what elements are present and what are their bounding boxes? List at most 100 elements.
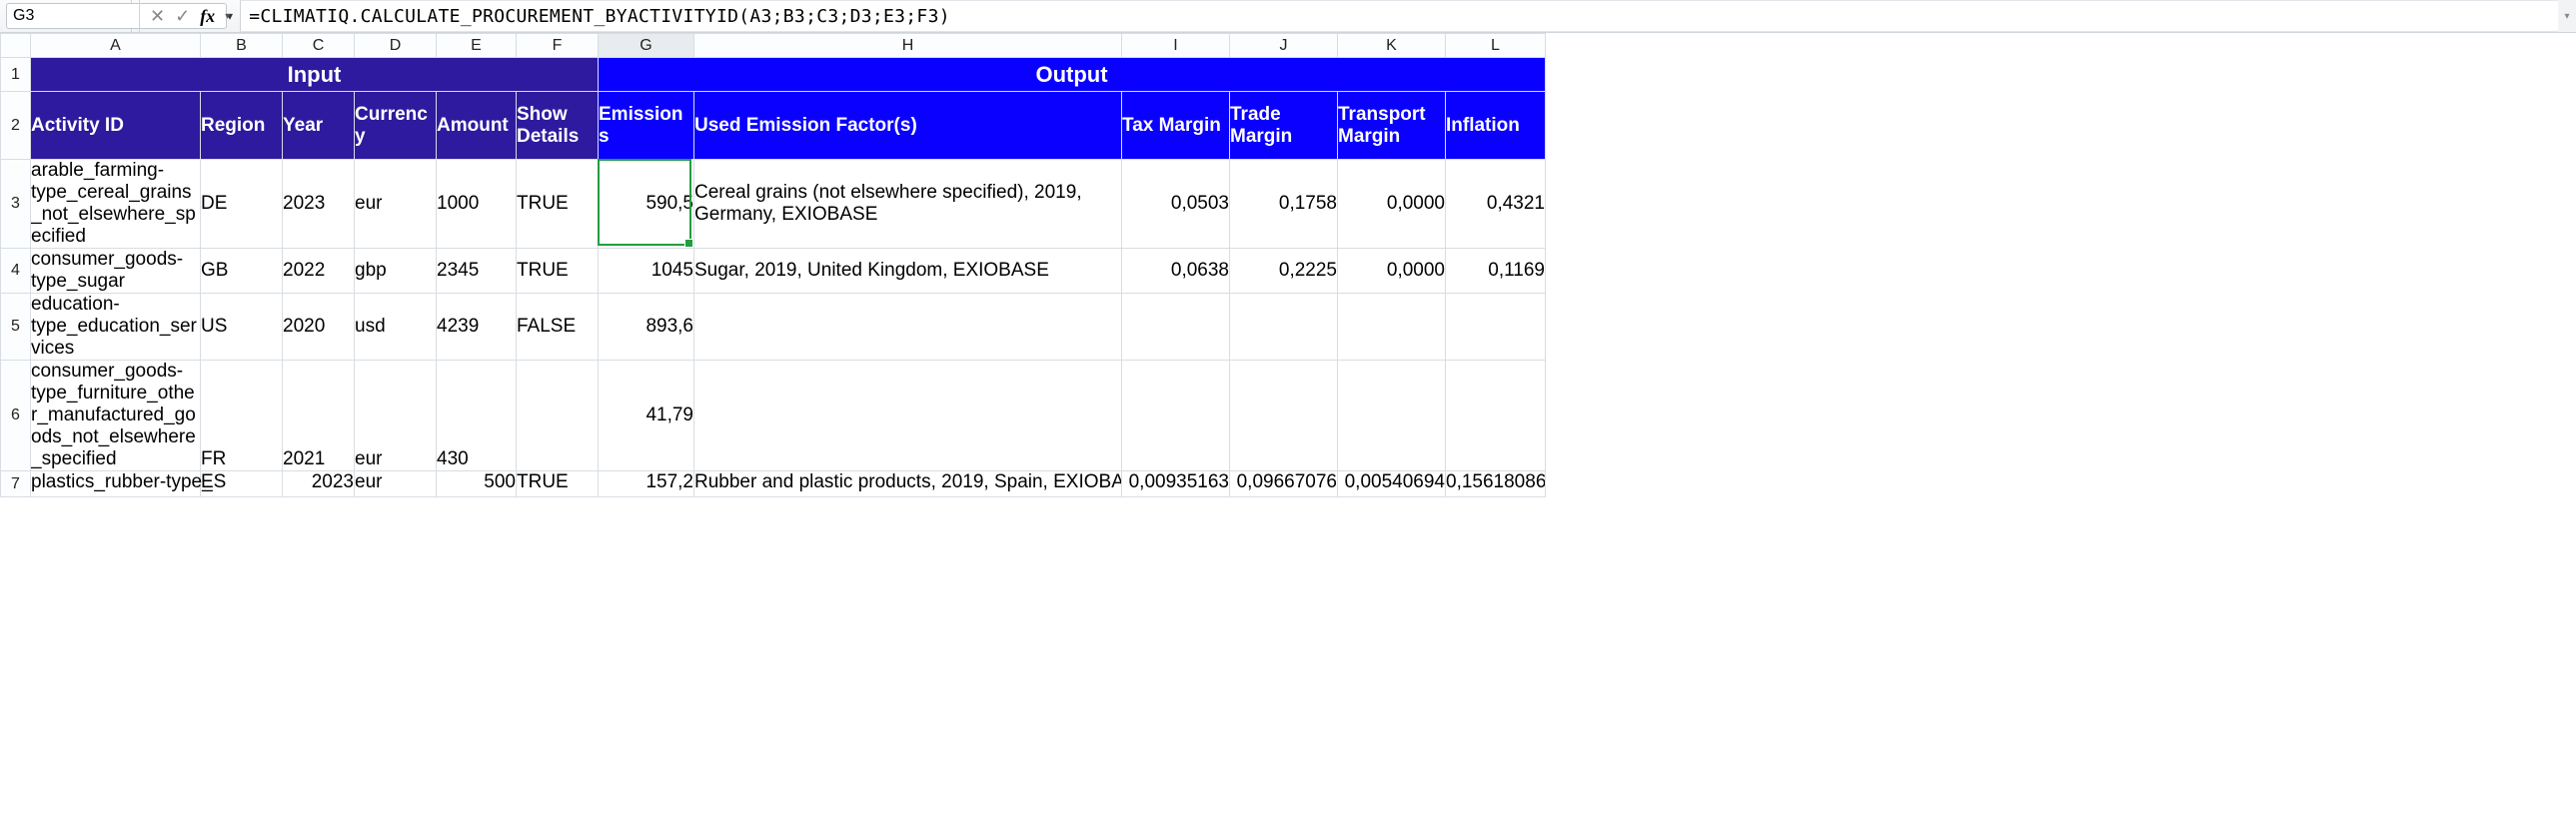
cell-D3[interactable]: eur [355,160,437,249]
fx-icon[interactable]: fx [200,6,215,27]
row-header-5[interactable]: 5 [1,294,31,361]
cell-A5[interactable]: education-type_education_services [31,294,201,361]
cell-I3[interactable]: 0,0503 [1122,160,1230,249]
spreadsheet-grid[interactable]: A B C D E F G H I J K L 1 Input Output 2… [0,33,2576,497]
cell-L4[interactable]: 0,1169 [1446,249,1546,294]
cell-F6[interactable] [517,361,599,471]
col-header-A[interactable]: A [31,34,201,58]
cell-F5[interactable]: FALSE [517,294,599,361]
col-header-I[interactable]: I [1122,34,1230,58]
col-header-L[interactable]: L [1446,34,1546,58]
cell-I4[interactable]: 0,0638 [1122,249,1230,294]
hdr-emissions[interactable]: Emissions [599,92,694,160]
cell-I7[interactable]: 0,00935163 [1122,471,1230,497]
cell-J3[interactable]: 0,1758 [1230,160,1338,249]
cancel-icon[interactable]: ✕ [150,6,165,27]
hdr-transport-margin[interactable]: Transport Margin [1338,92,1446,160]
cell-H4[interactable]: Sugar, 2019, United Kingdom, EXIOBASE [694,249,1122,294]
cell-D4[interactable]: gbp [355,249,437,294]
hdr-inflation[interactable]: Inflation [1446,92,1546,160]
col-header-D[interactable]: D [355,34,437,58]
col-header-E[interactable]: E [437,34,517,58]
col-header-G[interactable]: G [599,34,694,58]
chevron-down-icon[interactable]: ▾ [225,11,230,22]
row-header-7[interactable]: 7 [1,471,31,497]
row-header-3[interactable]: 3 [1,160,31,249]
cell-F4[interactable]: TRUE [517,249,599,294]
cell-H3[interactable]: Cereal grains (not elsewhere specified),… [694,160,1122,249]
cell-A3[interactable]: arable_farming-type_cereal_grains_not_el… [31,160,201,249]
cell-D7[interactable]: eur [355,471,437,497]
cell-B5[interactable]: US [201,294,283,361]
hdr-currency[interactable]: Currency [355,92,437,160]
cell-G5[interactable]: 893,6 [599,294,694,361]
cell-C7[interactable]: 2023 [283,471,355,497]
cell-A6[interactable]: consumer_goods-type_furniture_other_manu… [31,361,201,471]
col-header-F[interactable]: F [517,34,599,58]
expand-formula-bar-icon[interactable]: ▾ [2558,0,2576,32]
cell-L5[interactable] [1446,294,1546,361]
col-header-H[interactable]: H [694,34,1122,58]
cell-E4[interactable]: 2345 [437,249,517,294]
cell-F7[interactable]: TRUE [517,471,599,497]
row-header-2[interactable]: 2 [1,92,31,160]
formula-input[interactable] [241,1,2558,31]
col-header-C[interactable]: C [283,34,355,58]
cell-K7[interactable]: 0,00540694 [1338,471,1446,497]
cell-J4[interactable]: 0,2225 [1230,249,1338,294]
cell-A7[interactable]: plastics_rubber-type_ [31,471,201,497]
cell-C4[interactable]: 2022 [283,249,355,294]
hdr-trade-margin[interactable]: Trade Margin [1230,92,1338,160]
section-header-output[interactable]: Output [599,58,1546,92]
cell-B3[interactable]: DE [201,160,283,249]
col-header-B[interactable]: B [201,34,283,58]
cell-G7[interactable]: 157,2 [599,471,694,497]
row-header-1[interactable]: 1 [1,58,31,92]
cell-E7[interactable]: 500 [437,471,517,497]
hdr-used-ef[interactable]: Used Emission Factor(s) [694,92,1122,160]
cell-L6[interactable] [1446,361,1546,471]
cell-E5[interactable]: 4239 [437,294,517,361]
cell-B7[interactable]: ES [201,471,283,497]
select-all-corner[interactable] [1,34,31,58]
hdr-amount[interactable]: Amount [437,92,517,160]
cell-C3[interactable]: 2023 [283,160,355,249]
cell-C6[interactable]: 2021 [283,361,355,471]
hdr-region[interactable]: Region [201,92,283,160]
cell-E6[interactable]: 430 [437,361,517,471]
col-header-K[interactable]: K [1338,34,1446,58]
cell-K4[interactable]: 0,0000 [1338,249,1446,294]
cell-A4[interactable]: consumer_goods-type_sugar [31,249,201,294]
cell-L7[interactable]: 0,15618086 [1446,471,1546,497]
cell-K6[interactable] [1338,361,1446,471]
hdr-tax-margin[interactable]: Tax Margin [1122,92,1230,160]
cell-E3[interactable]: 1000 [437,160,517,249]
cell-J5[interactable] [1230,294,1338,361]
cell-H5[interactable] [694,294,1122,361]
cell-B4[interactable]: GB [201,249,283,294]
cell-J7[interactable]: 0,09667076 [1230,471,1338,497]
cell-I6[interactable] [1122,361,1230,471]
cell-K3[interactable]: 0,0000 [1338,160,1446,249]
cell-H6[interactable] [694,361,1122,471]
cell-I5[interactable] [1122,294,1230,361]
hdr-year[interactable]: Year [283,92,355,160]
cell-G4[interactable]: 1045 [599,249,694,294]
cell-G6[interactable]: 41,79 [599,361,694,471]
cell-G3[interactable]: 590,5 [599,160,694,249]
cell-D6[interactable]: eur [355,361,437,471]
accept-icon[interactable]: ✓ [175,6,190,27]
cell-H7[interactable]: Rubber and plastic products, 2019, Spain… [694,471,1122,497]
hdr-activity-id[interactable]: Activity ID [31,92,201,160]
cell-F3[interactable]: TRUE [517,160,599,249]
row-header-4[interactable]: 4 [1,249,31,294]
col-header-J[interactable]: J [1230,34,1338,58]
row-header-6[interactable]: 6 [1,361,31,471]
cell-J6[interactable] [1230,361,1338,471]
cell-K5[interactable] [1338,294,1446,361]
section-header-input[interactable]: Input [31,58,599,92]
cell-B6[interactable]: FR [201,361,283,471]
hdr-show-details[interactable]: Show Details [517,92,599,160]
cell-C5[interactable]: 2020 [283,294,355,361]
cell-D5[interactable]: usd [355,294,437,361]
